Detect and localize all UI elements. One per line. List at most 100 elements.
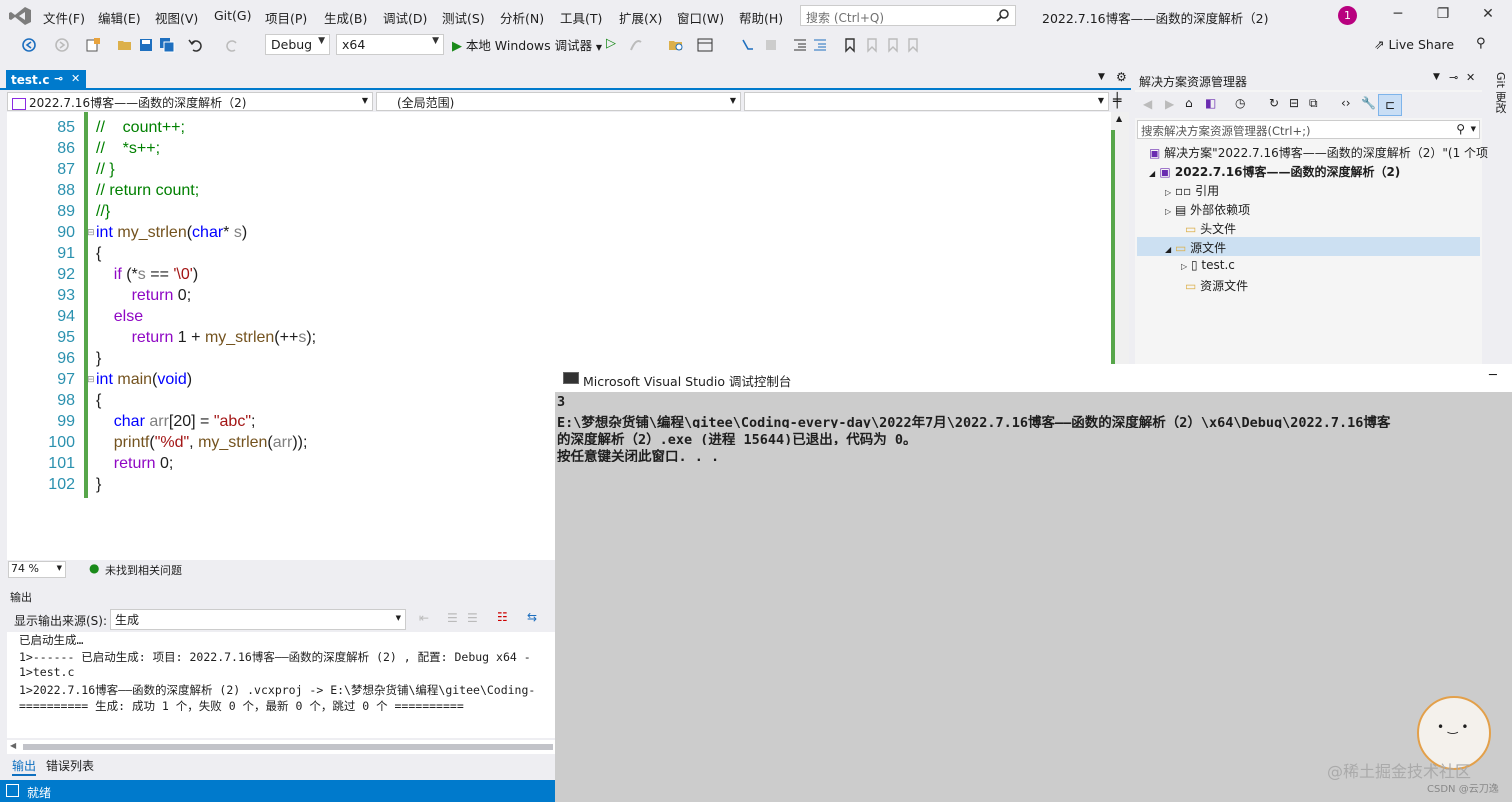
minimize-icon[interactable]: ─: [1489, 368, 1497, 383]
tab-dropdown-icon[interactable]: ▼: [1098, 72, 1105, 82]
word-wrap-icon[interactable]: ⇆: [527, 610, 537, 624]
properties-icon[interactable]: 🔧: [1361, 96, 1376, 110]
tree-test-c[interactable]: ▷ ▯ test.c: [1181, 258, 1235, 272]
indent-icon[interactable]: [792, 37, 808, 53]
code-line: // *s++;: [96, 140, 161, 157]
collapse-all-icon[interactable]: ⊟: [1289, 96, 1299, 110]
console-output[interactable]: 3 E:\梦想杂货铺\编程\gitee\Coding-every-day\202…: [557, 394, 1512, 462]
close-icon[interactable]: ✕: [1478, 6, 1498, 26]
gear-icon[interactable]: ⚙: [1116, 70, 1127, 84]
platform-select[interactable]: x64 ▼: [336, 34, 444, 55]
menu-window[interactable]: 窗口(W): [677, 8, 724, 27]
open-folder-icon[interactable]: [117, 37, 133, 53]
menu-debug[interactable]: 调试(D): [383, 8, 427, 27]
save-all-icon[interactable]: [159, 37, 175, 53]
goto-error-icon[interactable]: ⇤: [419, 611, 429, 625]
change-gutter: [84, 112, 88, 498]
back-icon[interactable]: ◀: [1143, 97, 1152, 111]
scope-nav-select[interactable]: (全局范围) ▼: [376, 92, 741, 111]
menu-git[interactable]: Git(G): [214, 8, 252, 23]
sync-icon[interactable]: ↻: [1269, 96, 1279, 110]
clear-all-icon[interactable]: ☷: [497, 610, 508, 624]
back-icon[interactable]: [21, 37, 37, 53]
start-without-debugging-icon[interactable]: ▷: [606, 36, 616, 51]
fold-toggle-icon[interactable]: ⊟: [87, 228, 95, 238]
pin-icon[interactable]: ⊸: [1449, 71, 1458, 84]
close-tab-icon[interactable]: ✕: [71, 72, 80, 85]
output-log[interactable]: 已启动生成… 1>------ 已启动生成: 项目: 2022.7.16博客——…: [7, 632, 555, 738]
switch-views-icon[interactable]: ◧: [1205, 96, 1216, 110]
hot-reload-icon[interactable]: [628, 37, 644, 53]
chevron-down-icon[interactable]: ▼: [1433, 72, 1440, 82]
issues-status[interactable]: 未找到相关问题: [105, 562, 182, 578]
pin-icon[interactable]: ⊸: [54, 72, 63, 85]
visual-studio-logo-icon[interactable]: [8, 6, 32, 26]
forward-icon[interactable]: ▶: [1165, 97, 1174, 111]
bookmark-icon[interactable]: [842, 37, 858, 53]
scroll-left-icon[interactable]: ◀: [10, 741, 16, 750]
forward-icon[interactable]: [54, 37, 70, 53]
preview-icon[interactable]: ⊏: [1378, 94, 1402, 116]
next-message-icon[interactable]: ☰: [467, 611, 478, 625]
zoom-select[interactable]: 74 % ▼: [8, 561, 66, 578]
menu-view[interactable]: 视图(V): [155, 8, 198, 27]
show-all-files-icon[interactable]: ⧉: [1309, 96, 1318, 111]
bookmark-next-icon[interactable]: [885, 37, 901, 53]
debug-console-window[interactable]: Microsoft Visual Studio 调试控制台 ─ 3 E:\梦想杂…: [555, 364, 1512, 802]
tree-resource-files[interactable]: ▭ 资源文件: [1185, 277, 1248, 294]
tab-error-list[interactable]: 错误列表: [46, 757, 94, 774]
project-nav-select[interactable]: 2022.7.16博客——函数的深度解析（2) ▼: [7, 92, 373, 111]
member-nav-select[interactable]: ▼: [744, 92, 1109, 111]
step-icon[interactable]: [740, 37, 756, 53]
close-icon[interactable]: ✕: [1466, 71, 1475, 84]
menu-file[interactable]: 文件(F): [43, 8, 85, 27]
pending-changes-icon[interactable]: ◷: [1235, 96, 1245, 110]
scroll-thumb[interactable]: [23, 744, 553, 750]
step-gray-icon[interactable]: [763, 37, 779, 53]
scroll-up-icon[interactable]: ▲: [1116, 114, 1122, 123]
configuration-select[interactable]: Debug ▼: [265, 34, 330, 55]
menu-build[interactable]: 生成(B): [324, 8, 367, 27]
menu-test[interactable]: 测试(S): [442, 8, 485, 27]
layout-icon[interactable]: [697, 37, 713, 53]
search-icon: [996, 9, 1009, 22]
menu-help[interactable]: 帮助(H): [739, 8, 783, 27]
tab-test-c[interactable]: test.c ⊸ ✕: [6, 70, 86, 90]
home-icon[interactable]: ⌂: [1185, 96, 1193, 110]
tree-header-files[interactable]: ▭ 头文件: [1185, 220, 1236, 237]
account-icon[interactable]: ⚲: [1476, 36, 1486, 51]
live-share-button[interactable]: ⇗ Live Share: [1374, 37, 1454, 52]
tree-project[interactable]: ◢ ▣ 2022.7.16博客——函数的深度解析（2): [1149, 163, 1400, 180]
output-source-select[interactable]: 生成 ▼: [110, 609, 406, 630]
undo-icon[interactable]: [188, 37, 204, 53]
notification-badge[interactable]: 1: [1338, 6, 1357, 25]
prev-message-icon[interactable]: ☰: [447, 611, 458, 625]
tree-external-deps[interactable]: ▷ ▤ 外部依赖项: [1165, 201, 1250, 218]
bookmark-prev-icon[interactable]: [864, 37, 880, 53]
tree-source-files[interactable]: ◢ ▭ 源文件: [1165, 239, 1226, 256]
restore-icon[interactable]: ❐: [1433, 6, 1453, 26]
menu-extensions[interactable]: 扩展(X): [619, 8, 662, 27]
minimize-icon[interactable]: ─: [1388, 6, 1408, 26]
split-icon[interactable]: ╪: [1113, 93, 1121, 109]
menu-edit[interactable]: 编辑(E): [98, 8, 141, 27]
tab-output[interactable]: 输出: [12, 757, 37, 776]
code-view-icon[interactable]: ‹›: [1341, 96, 1351, 110]
fold-toggle-icon[interactable]: ⊟: [87, 375, 95, 385]
tree-solution[interactable]: ▣ 解决方案"2022.7.16博客——函数的深度解析（2）"(1 个项: [1149, 144, 1488, 161]
start-debugging-button[interactable]: ▶ 本地 Windows 调试器 ▼: [452, 35, 602, 55]
search-input[interactable]: 搜索 (Ctrl+Q): [800, 5, 1016, 26]
bookmark-clear-icon[interactable]: [905, 37, 921, 53]
menu-tools[interactable]: 工具(T): [560, 8, 602, 27]
output-hscroll[interactable]: ◀: [7, 740, 555, 754]
git-changes-side-tab[interactable]: Git 更改: [1484, 70, 1512, 130]
menu-analyze[interactable]: 分析(N): [500, 8, 544, 27]
new-project-icon[interactable]: [85, 37, 101, 53]
outdent-icon[interactable]: [812, 37, 828, 53]
browse-icon[interactable]: [668, 37, 684, 53]
save-icon[interactable]: [138, 37, 154, 53]
redo-icon[interactable]: [224, 37, 240, 53]
solution-search-input[interactable]: 搜索解决方案资源管理器(Ctrl+;) ⚲ ▼: [1137, 120, 1480, 139]
tree-references[interactable]: ▷ ▫▫ 引用: [1165, 182, 1219, 199]
menu-project[interactable]: 项目(P): [265, 8, 307, 27]
